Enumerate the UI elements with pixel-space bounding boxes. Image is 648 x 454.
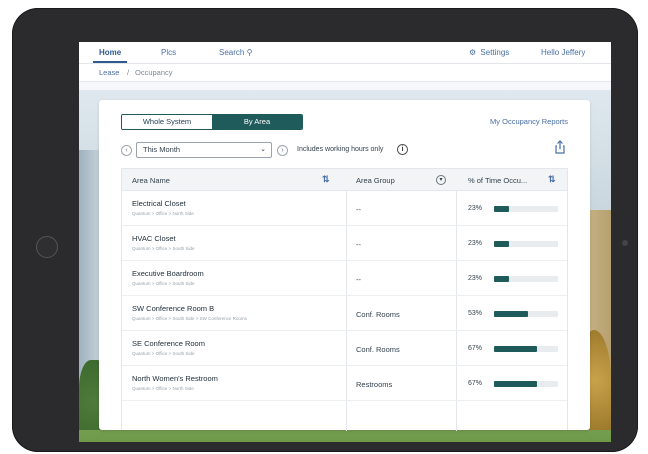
occupancy-bar-track: [494, 346, 558, 352]
table-row[interactable]: North Women's Restroom Quantum > Office …: [122, 366, 567, 401]
area-path: Quantum > Office > South Side: [132, 281, 195, 286]
table-row[interactable]: Electrical Closet Quantum > Office > Nor…: [122, 191, 567, 226]
occupancy-percent: 23%: [468, 275, 483, 282]
occupancy-bar: [494, 346, 537, 352]
toggle-whole-system[interactable]: Whole System: [122, 115, 212, 129]
occupancy-bar-track: [494, 311, 558, 317]
nav-active-indicator: [93, 61, 127, 63]
period-select[interactable]: This Month ⌄: [136, 142, 272, 158]
period-select-value: This Month: [143, 145, 181, 154]
camera-dot: [622, 240, 628, 246]
occupancy-card: Whole System By Area My Occupancy Report…: [99, 100, 590, 431]
occupancy-bar: [494, 276, 509, 282]
background-building: [79, 150, 101, 390]
area-name: HVAC Closet: [132, 234, 176, 243]
occupancy-percent: 23%: [468, 240, 483, 247]
area-group: --: [356, 275, 361, 284]
area-name: Electrical Closet: [132, 199, 186, 208]
app-screen: Home Plcs Search ⚲ ⚙ Settings Hello Jeff…: [79, 42, 611, 442]
top-nav: Home Plcs Search ⚲ ⚙ Settings Hello Jeff…: [79, 42, 611, 64]
gear-icon: ⚙: [469, 48, 477, 57]
column-header-area[interactable]: Area Name: [132, 176, 170, 185]
share-icon[interactable]: [554, 140, 566, 154]
previous-period-button[interactable]: ‹: [121, 145, 132, 156]
area-path: Quantum > Office > North Side: [132, 211, 194, 216]
table-row[interactable]: SE Conference Room Quantum > Office > So…: [122, 331, 567, 366]
nav-search[interactable]: Search ⚲: [219, 48, 252, 57]
column-header-group[interactable]: Area Group: [356, 176, 395, 185]
area-path: Quantum > Office > South Side: [132, 246, 195, 251]
column-header-time[interactable]: % of Time Occu...: [468, 176, 527, 185]
nav-places[interactable]: Plcs: [161, 48, 176, 57]
table-row[interactable]: Executive Boardroom Quantum > Office > S…: [122, 261, 567, 296]
occupancy-percent: 67%: [468, 345, 483, 352]
working-hours-label: Includes working hours only: [297, 146, 384, 153]
area-name: North Women's Restroom: [132, 374, 218, 383]
occupancy-table: Area Name ⇅ Area Group ▾ % of Time Occu.…: [121, 168, 568, 431]
area-path: Quantum > Office > North Side: [132, 386, 194, 391]
table-row[interactable]: SW Conference Room B Quantum > Office > …: [122, 296, 567, 331]
sort-icon[interactable]: ⇅: [322, 174, 330, 185]
area-name: SE Conference Room: [132, 339, 205, 348]
area-name: Executive Boardroom: [132, 269, 204, 278]
nav-user-greeting[interactable]: Hello Jeffery: [541, 48, 585, 57]
occupancy-bar: [494, 206, 509, 212]
area-name: SW Conference Room B: [132, 304, 215, 313]
occupancy-percent: 23%: [468, 205, 483, 212]
next-period-button[interactable]: ›: [277, 145, 288, 156]
info-icon[interactable]: i: [397, 144, 408, 155]
area-group: Conf. Rooms: [356, 345, 400, 354]
search-icon: ⚲: [246, 48, 253, 57]
nav-home[interactable]: Home: [99, 48, 121, 57]
chevron-left-icon: ‹: [125, 147, 128, 154]
chevron-right-icon: ›: [281, 147, 284, 154]
occupancy-percent: 67%: [468, 380, 483, 387]
scope-toggle: Whole System By Area: [121, 114, 303, 130]
home-button-hardware: [36, 236, 58, 258]
nav-search-label: Search: [219, 48, 245, 57]
breadcrumb-separator: /: [127, 68, 130, 77]
breadcrumb-parent[interactable]: Lease: [99, 68, 119, 77]
table-header: Area Name ⇅ Area Group ▾ % of Time Occu.…: [122, 169, 567, 191]
occupancy-bar-track: [494, 241, 558, 247]
nav-settings[interactable]: ⚙ Settings: [469, 48, 509, 57]
occupancy-bar-track: [494, 276, 558, 282]
chevron-down-icon: ⌄: [260, 146, 266, 153]
occupancy-bar-track: [494, 381, 558, 387]
my-occupancy-reports-link[interactable]: My Occupancy Reports: [490, 117, 568, 126]
toggle-by-area[interactable]: By Area: [212, 115, 302, 129]
area-path: Quantum > Office > South Side: [132, 351, 195, 356]
occupancy-bar: [494, 241, 509, 247]
chevron-down-icon[interactable]: ▾: [436, 175, 446, 185]
occupancy-percent: 53%: [468, 310, 483, 317]
occupancy-bar: [494, 311, 528, 317]
area-group: --: [356, 205, 361, 214]
breadcrumb: Lease / Occupancy: [79, 64, 611, 82]
area-group: Restrooms: [356, 380, 393, 389]
occupancy-bar-track: [494, 206, 558, 212]
table-row[interactable]: HVAC Closet Quantum > Office > South Sid…: [122, 226, 567, 261]
area-group: Conf. Rooms: [356, 310, 400, 319]
occupancy-bar: [494, 381, 537, 387]
sort-icon[interactable]: ⇅: [548, 174, 556, 185]
tablet-frame: Home Plcs Search ⚲ ⚙ Settings Hello Jeff…: [12, 8, 638, 452]
area-path: Quantum > Office > South Side > SW Confe…: [132, 316, 247, 321]
breadcrumb-current: Occupancy: [135, 68, 173, 77]
area-group: --: [356, 240, 361, 249]
nav-settings-label: Settings: [480, 48, 510, 57]
